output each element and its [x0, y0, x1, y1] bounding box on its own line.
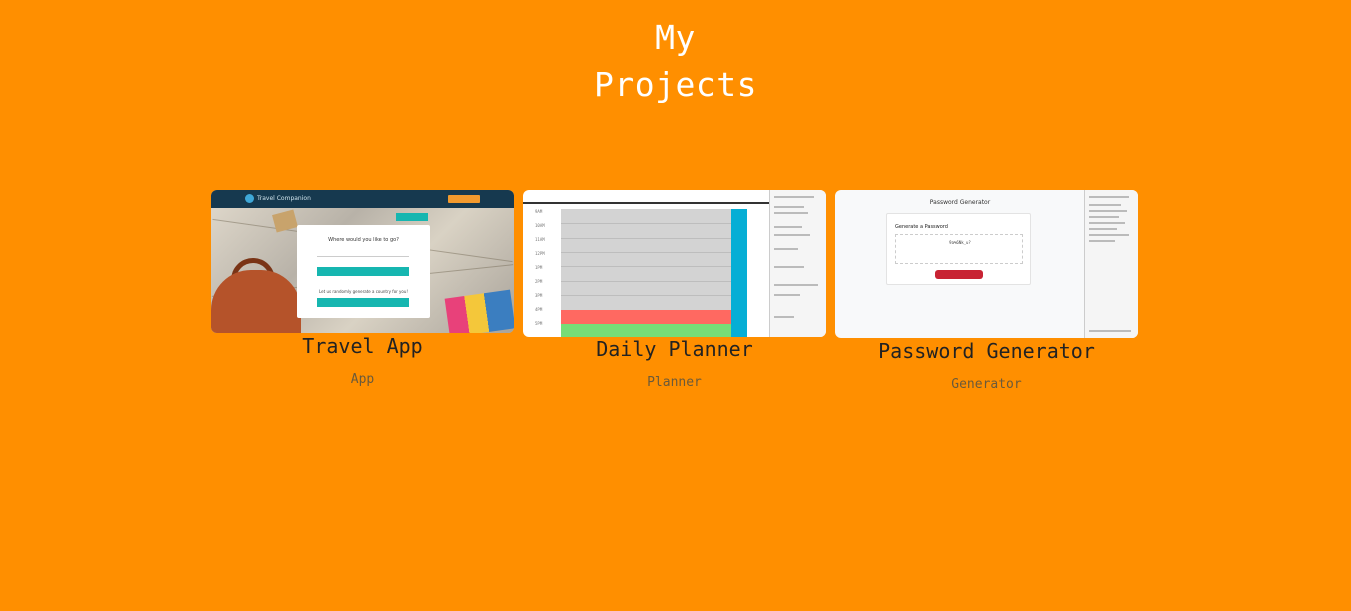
project-card-daily-planner[interactable]: 9AM 10AM 11AM 12PM 1PM 2PM 3PM 4PM 5PM D…	[523, 190, 826, 390]
devtools-row	[774, 266, 804, 268]
project-thumbnail-daily-planner[interactable]: 9AM 10AM 11AM 12PM 1PM 2PM 3PM 4PM 5PM	[523, 190, 826, 337]
thumb-generate-button	[935, 270, 983, 279]
project-name[interactable]: Travel App	[211, 334, 514, 358]
project-card-password-generator[interactable]: Password Generator Generate a Password 9…	[835, 190, 1138, 392]
devtools-row	[774, 234, 810, 236]
devtools-row	[1089, 222, 1125, 224]
thumb-search-modal: Where would you like to go? Let us rando…	[297, 225, 430, 318]
devtools-row	[1089, 196, 1129, 198]
page-title-line-2: Projects	[594, 65, 757, 104]
page-title: My Projects	[0, 14, 1351, 108]
thumb-random-text: Let us randomly generate a country for y…	[318, 289, 409, 294]
thumb-password-box: 9a%6Nk_u?	[895, 234, 1023, 264]
grid-divider	[561, 223, 731, 224]
thumb-card-heading: Generate a Password	[895, 224, 948, 230]
devtools-row	[1089, 234, 1129, 236]
devtools-row	[1089, 330, 1131, 332]
thumb-password-text: 9a%6Nk_u?	[949, 240, 971, 245]
devtools-row	[774, 294, 800, 296]
hour-label: 11AM	[535, 237, 545, 242]
hour-label: 12PM	[535, 251, 545, 256]
devtools-row	[774, 196, 814, 198]
devtools-row	[774, 206, 804, 208]
thumb-future-slot	[561, 324, 731, 337]
grid-divider	[561, 266, 731, 267]
thumb-search-button	[317, 267, 409, 276]
thumb-random-button	[317, 298, 409, 307]
thumb-devtools-panel	[1084, 190, 1138, 338]
project-tag: Planner	[647, 375, 702, 390]
portfolio-page: My Projects Travel Companion Where would…	[0, 0, 1351, 611]
grid-divider	[561, 252, 731, 253]
project-thumbnail-travel-app[interactable]: Travel Companion Where would you like to…	[211, 190, 514, 333]
thumb-past-slot	[561, 310, 731, 324]
thumb-recent-button	[396, 213, 428, 221]
backpack-image	[211, 270, 301, 333]
grid-divider	[561, 295, 731, 296]
thumb-brand: Travel Companion	[257, 195, 311, 202]
devtools-row	[774, 316, 794, 318]
thumb-password-card: Generate a Password 9a%6Nk_u?	[886, 213, 1031, 285]
hour-label: 4PM	[535, 307, 543, 312]
hour-label: 2PM	[535, 279, 543, 284]
thumb-favourites-button	[448, 195, 480, 203]
devtools-row	[774, 248, 798, 250]
hour-label: 5PM	[535, 321, 543, 326]
thumb-search-input	[317, 251, 409, 257]
thumb-header-line	[523, 202, 769, 204]
grid-divider	[561, 281, 731, 282]
hour-label: 10AM	[535, 223, 545, 228]
project-tag: Generator	[951, 377, 1022, 392]
devtools-row	[774, 284, 818, 286]
devtools-row	[1089, 216, 1119, 218]
devtools-row	[1089, 228, 1117, 230]
thumb-question: Where would you like to go?	[328, 237, 399, 243]
hour-label: 9AM	[535, 209, 543, 214]
devtools-row	[1089, 240, 1115, 242]
devtools-row	[1089, 204, 1121, 206]
project-name[interactable]: Password Generator	[835, 339, 1138, 363]
devtools-row	[774, 226, 802, 228]
globe-icon	[245, 194, 254, 203]
hour-label: 1PM	[535, 265, 543, 270]
hour-label: 3PM	[535, 293, 543, 298]
project-name[interactable]: Daily Planner	[523, 337, 826, 361]
devtools-row	[1089, 210, 1127, 212]
project-thumbnail-password-generator[interactable]: Password Generator Generate a Password 9…	[835, 190, 1138, 338]
devtools-row	[774, 212, 808, 214]
project-tag: App	[350, 372, 375, 387]
thumb-title: Password Generator	[929, 199, 991, 206]
project-card-travel-app[interactable]: Travel Companion Where would you like to…	[211, 190, 514, 387]
thumb-save-column	[731, 209, 747, 337]
grid-divider	[561, 238, 731, 239]
page-title-line-1: My	[655, 18, 696, 57]
thumb-devtools-panel	[769, 190, 826, 337]
